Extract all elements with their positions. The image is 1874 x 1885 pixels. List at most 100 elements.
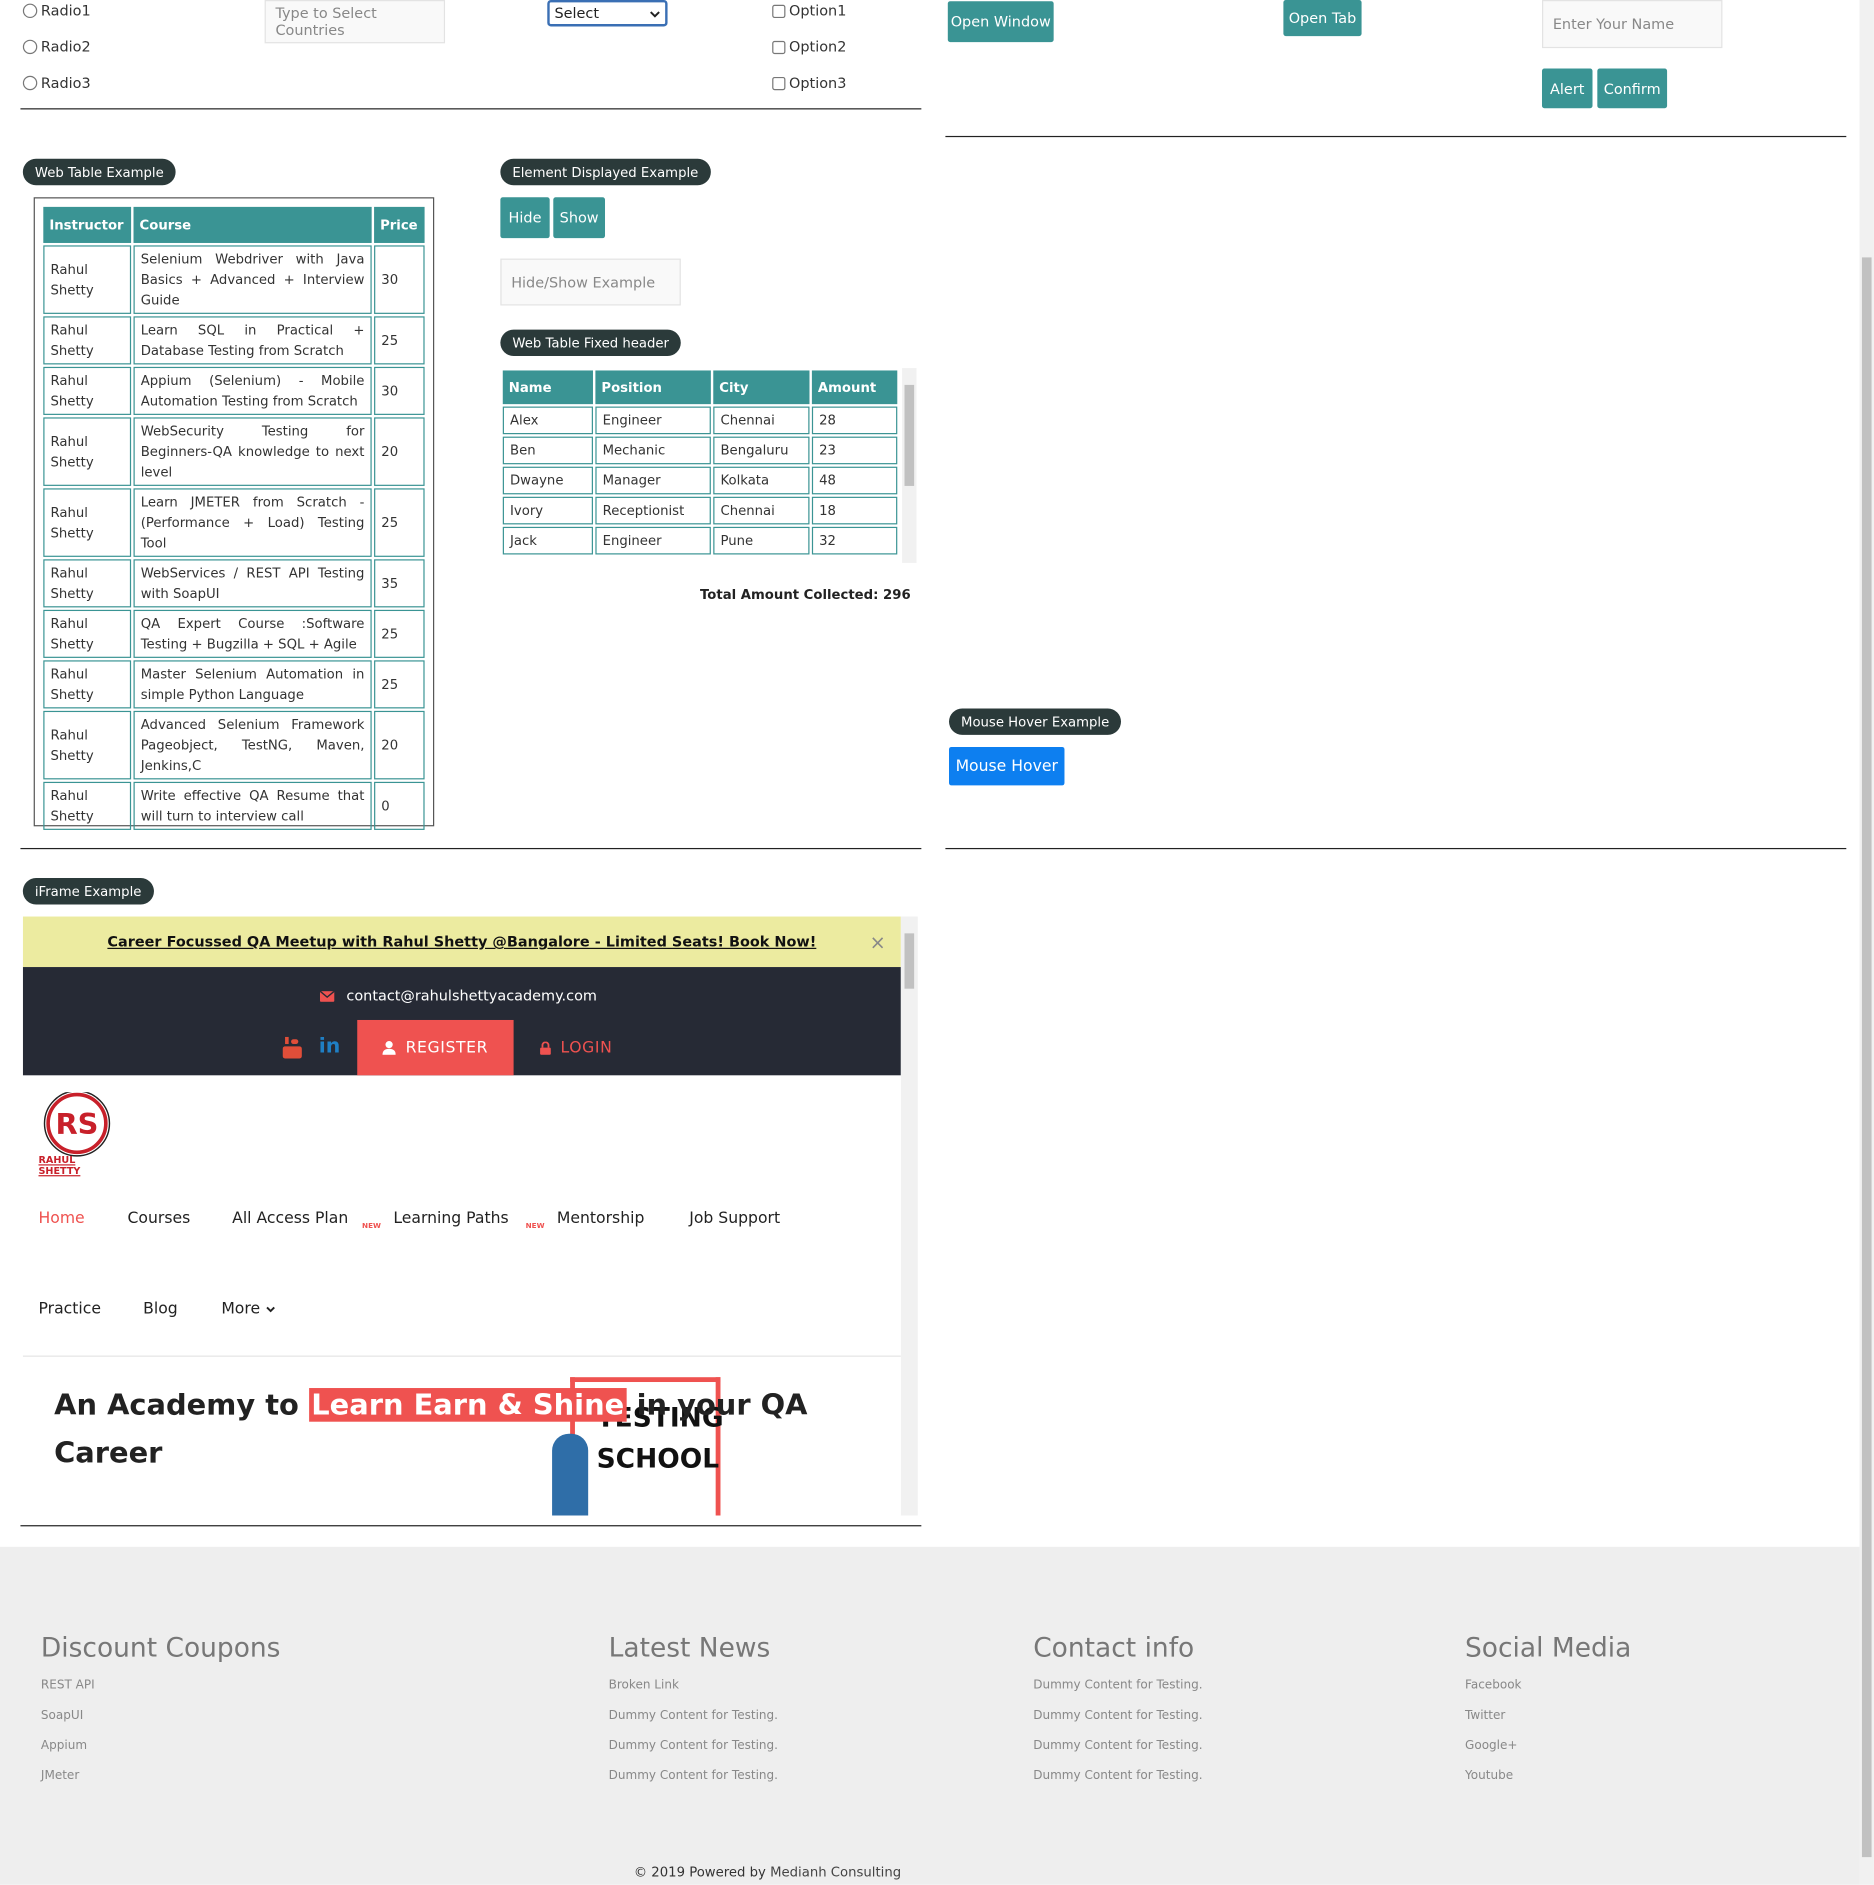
open-tab-button[interactable]: Open Tab xyxy=(1283,0,1362,37)
scrollbar-thumb[interactable] xyxy=(904,933,915,989)
footer-link[interactable]: REST API xyxy=(41,1679,95,1692)
checkbox-option2[interactable]: Option2 xyxy=(772,38,846,55)
radio-3[interactable]: Radio3 xyxy=(22,75,91,91)
checkbox-option1[interactable]: Option1 xyxy=(772,2,846,19)
table-cell: Rahul Shetty xyxy=(43,488,132,557)
table-cell: Mechanic xyxy=(595,436,711,465)
nav-job-support[interactable]: Job Support xyxy=(689,1210,780,1228)
checkbox-box[interactable] xyxy=(772,40,786,54)
table-cell: WebServices / REST API Testing with Soap… xyxy=(133,559,372,608)
hide-button[interactable]: Hide xyxy=(500,197,550,239)
checkbox-option3[interactable]: Option3 xyxy=(772,75,846,91)
footer-link[interactable]: Dummy Content for Testing. xyxy=(1033,1709,1202,1722)
footer-link[interactable]: Dummy Content for Testing. xyxy=(609,1709,778,1722)
login-button[interactable]: LOGIN xyxy=(540,1037,612,1060)
mouse-hover-button[interactable]: Mouse Hover xyxy=(949,746,1065,786)
page-scrollbar[interactable] xyxy=(1859,0,1874,1885)
table-cell: Rahul Shetty xyxy=(43,245,132,314)
name-input[interactable]: Enter Your Name xyxy=(1541,0,1723,49)
footer-link[interactable]: Dummy Content for Testing. xyxy=(609,1739,778,1752)
hero-headline-part: in your QA xyxy=(636,1388,808,1422)
fixed-table-scroll-area[interactable]: Name Position City Amount Alex Engineer Ch… xyxy=(500,368,902,563)
alert-button[interactable]: Alert xyxy=(1541,68,1593,109)
email-contact[interactable]: contact@rahulshettyacademy.com xyxy=(319,984,597,1007)
column-header: Position xyxy=(595,370,711,405)
table-cell: 25 xyxy=(374,488,425,557)
footer-link[interactable]: Appium xyxy=(41,1739,87,1752)
radio-circle[interactable] xyxy=(22,75,38,91)
footer-link[interactable]: Dummy Content for Testing. xyxy=(1033,1679,1202,1692)
radio-circle[interactable] xyxy=(22,3,38,19)
nav-courses[interactable]: Courses xyxy=(127,1210,190,1228)
announcement-banner[interactable]: Career Focussed QA Meetup with Rahul She… xyxy=(22,916,901,968)
divider xyxy=(945,847,1847,850)
table-cell: Alex xyxy=(502,406,593,435)
nav-mentorship[interactable]: Mentorship xyxy=(557,1210,644,1228)
table-row: Rahul Shetty Selenium Webdriver with Java… xyxy=(43,245,425,314)
page: Radio1 Radio2 Radio3 Type to Select Coun… xyxy=(0,0,1874,1885)
footer-column-title: Latest News xyxy=(608,1633,771,1664)
footer-link[interactable]: Google+ xyxy=(1465,1739,1518,1752)
close-icon[interactable]: × xyxy=(870,931,886,954)
country-autocomplete-input[interactable]: Type to Select Countries xyxy=(264,0,446,44)
dropdown-select[interactable]: Select xyxy=(547,0,668,27)
fixed-table-scrollbar[interactable] xyxy=(902,368,917,563)
checkbox-box[interactable] xyxy=(772,76,786,90)
nav-home[interactable]: Home xyxy=(38,1210,84,1228)
table-cell: Ben xyxy=(502,436,593,465)
linkedin-icon[interactable]: in xyxy=(319,1034,341,1058)
register-button[interactable]: REGISTER xyxy=(357,1019,514,1076)
banner-link[interactable]: Career Focussed QA Meetup with Rahul She… xyxy=(107,933,816,950)
table-row: Rahul Shetty Advanced Selenium Framework … xyxy=(43,710,425,780)
scrollbar-thumb[interactable] xyxy=(904,384,915,486)
open-window-button[interactable]: Open Window xyxy=(947,1,1054,43)
table-cell: Rahul Shetty xyxy=(43,366,132,415)
footer-link[interactable]: Youtube xyxy=(1465,1769,1513,1782)
page-footer: Discount Coupons REST API SoapUI Appium … xyxy=(0,1546,1860,1885)
scrollbar-thumb[interactable] xyxy=(1861,257,1872,1858)
nav-practice[interactable]: Practice xyxy=(38,1300,100,1318)
footer-link[interactable]: Broken Link xyxy=(609,1679,679,1692)
table-cell: Advanced Selenium Framework Pageobject, … xyxy=(133,710,372,780)
confirm-button[interactable]: Confirm xyxy=(1597,68,1668,109)
web-table-legend: Web Table Example xyxy=(22,158,176,186)
nav-learning-paths[interactable]: Learning Paths xyxy=(393,1210,508,1228)
radio-circle[interactable] xyxy=(22,39,38,55)
youtube-icon[interactable] xyxy=(282,1036,302,1063)
table-cell: Rahul Shetty xyxy=(43,781,132,830)
nav-blog[interactable]: Blog xyxy=(143,1300,178,1318)
radio-label: Radio1 xyxy=(40,2,91,20)
show-button[interactable]: Show xyxy=(553,197,606,239)
nav-all-access-plan[interactable]: All Access Plan xyxy=(232,1210,348,1228)
checkbox-box[interactable] xyxy=(772,4,786,18)
table-cell: Appium (Selenium) - Mobile Automation Te… xyxy=(133,366,372,415)
column-header: City xyxy=(713,370,810,405)
hide-show-input[interactable]: Hide/Show Example xyxy=(500,258,681,306)
element-displayed-legend: Element Displayed Example xyxy=(500,158,711,186)
nav-more[interactable]: More xyxy=(221,1300,276,1318)
iframe-scrollbar[interactable] xyxy=(900,916,918,1516)
courses-iframe[interactable]: Career Focussed QA Meetup with Rahul She… xyxy=(22,916,901,1516)
table-cell: 35 xyxy=(374,559,425,608)
footer-link[interactable]: SoapUI xyxy=(41,1709,83,1722)
footer-link[interactable]: JMeter xyxy=(41,1769,79,1782)
radio-2[interactable]: Radio2 xyxy=(22,38,91,55)
table-cell: Manager xyxy=(595,466,711,495)
lock-icon xyxy=(540,1037,551,1060)
company-link[interactable]: Medianh Consulting xyxy=(770,1864,901,1880)
column-header: Amount xyxy=(811,370,898,405)
radio-1[interactable]: Radio1 xyxy=(22,2,91,20)
table-row: Dwayne Manager Kolkata 48 xyxy=(502,466,898,495)
table-row: Alex Engineer Chennai 28 xyxy=(502,406,898,435)
column-header: Price xyxy=(374,206,425,243)
divider xyxy=(20,108,922,110)
academy-logo[interactable]: RS RAHUL SHETTY xyxy=(38,1090,120,1176)
divider xyxy=(20,847,922,850)
footer-link[interactable]: Facebook xyxy=(1465,1679,1522,1692)
footer-link[interactable]: Dummy Content for Testing. xyxy=(1033,1769,1202,1782)
footer-link[interactable]: Dummy Content for Testing. xyxy=(1033,1739,1202,1752)
footer-link[interactable]: Twitter xyxy=(1465,1709,1505,1722)
table-row: Rahul Shetty Master Selenium Automation i… xyxy=(43,660,425,709)
footer-link[interactable]: Dummy Content for Testing. xyxy=(609,1769,778,1782)
table-cell: Write effective QA Resume that will turn… xyxy=(133,781,372,830)
